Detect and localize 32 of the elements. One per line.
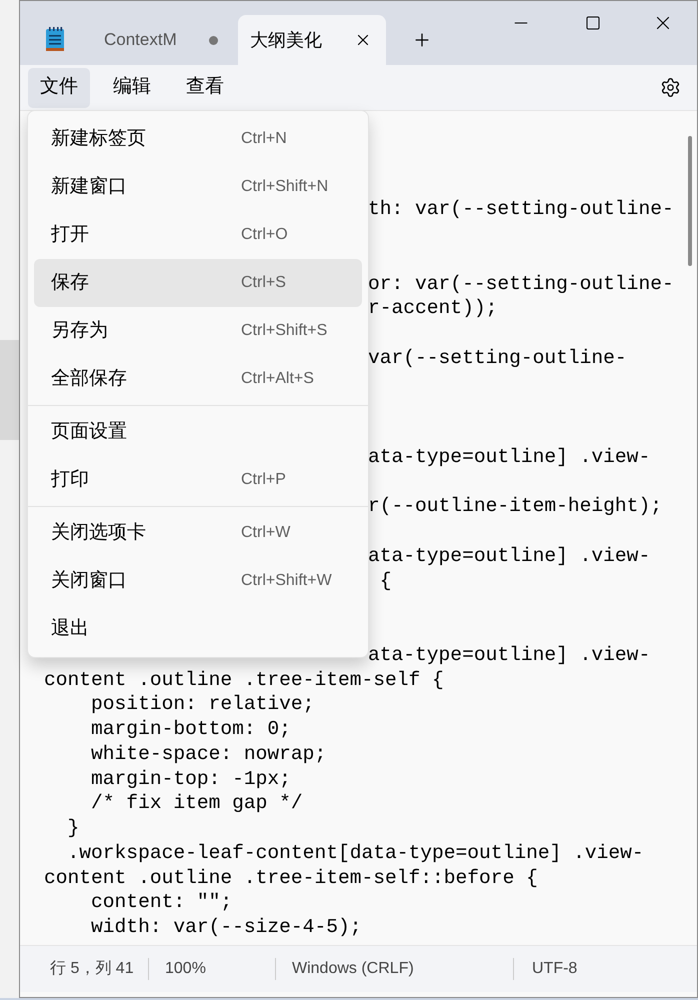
code-line: position: relative; [90, 693, 314, 716]
code-line: content: ""; [90, 891, 232, 914]
code-line: ata-type=outline] .view- [368, 544, 650, 567]
code-line: r-accent)); [368, 297, 498, 320]
code-line: width: var(--size-4-5); [90, 916, 362, 938]
code-line: ata-type=outline] .view- [368, 644, 650, 666]
code-line: } [66, 817, 80, 839]
menu-option[interactable]: 保存 Ctrl+S [34, 259, 362, 307]
code-line: r(--outline-item-height); [368, 495, 662, 518]
code-line: content .outline .tree-item-self::before { [44, 866, 538, 888]
settings-icon[interactable] [660, 77, 681, 98]
code-line: .workspace-leaf-content[data-type=outline] .view- [66, 842, 644, 864]
tab[interactable]: 大纲美化 [238, 15, 386, 65]
maximize-icon[interactable] [585, 15, 601, 31]
code-line: /* fix item gap */ [90, 792, 303, 814]
code-line: th: var(--setting-outline- [368, 198, 674, 220]
code-line: white-space: nowrap; [90, 742, 326, 765]
tab[interactable]: ContextM [90, 15, 228, 65]
line-ending: Windows (CRLF) [291, 959, 415, 979]
code-line: margin-top: -1px; [90, 768, 291, 790]
code-line: var(--setting-outline- [368, 346, 627, 369]
scrollbar-thumb[interactable] [688, 136, 692, 266]
notepad-icon [45, 26, 65, 52]
code-line: margin-bottom: 0; [90, 718, 291, 740]
code-line: or: var(--setting-outline- [368, 272, 674, 294]
zoom-level: 100% [164, 959, 207, 979]
cursor-position: 行 5，列 41 [49, 959, 135, 979]
code-line: { [378, 570, 392, 592]
code-line: content .outline .tree-item-self { [44, 668, 444, 690]
encoding: UTF-8 [531, 959, 578, 979]
code-line: ata-type=outline] .view- [368, 446, 650, 468]
menu-item[interactable]: 文件 [28, 68, 90, 108]
